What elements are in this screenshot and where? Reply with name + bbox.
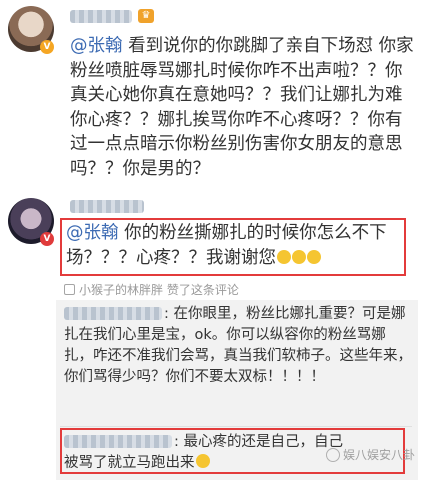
watermark: 娱八娱安八卦	[326, 446, 415, 463]
post-2-text: @张翰 你的粉丝撕娜扎的时候你怎么不下场？？？心疼？？我谢谢您	[66, 223, 387, 268]
reply-divider	[60, 426, 412, 427]
mention-link[interactable]: @张翰	[66, 223, 119, 243]
reply-1: : 在你眼里，粉丝比娜扎重要？可是娜扎在我们心里是宝，ok。你可以纵容你的粉丝骂…	[64, 306, 412, 385]
verified-badge-icon: V	[40, 232, 54, 246]
mention-link[interactable]: @张翰	[70, 36, 123, 56]
smile-emoji-icon	[277, 249, 291, 264]
smile-emoji-icon	[195, 454, 210, 468]
member-crown-icon: ♛	[138, 9, 154, 23]
liked-by-line: 小猴子的林胖胖 赞了这条评论	[64, 281, 239, 298]
blurred-username[interactable]	[70, 200, 144, 213]
smile-emoji-icon	[292, 249, 306, 264]
verified-badge-icon: V	[40, 40, 54, 54]
thumb-up-icon	[64, 284, 75, 295]
watermark-logo-icon	[326, 448, 340, 462]
reply-2: : 最心疼的还是自己，自己被骂了就立马跑出来	[64, 434, 343, 471]
blurred-username[interactable]	[70, 10, 132, 23]
smile-emoji-icon	[307, 249, 321, 264]
post-1-text: @张翰 看到说你的你跳脚了亲自下场怼 你家粉丝喷脏辱骂娜扎时候你咋不出声啦？？你…	[70, 36, 414, 179]
